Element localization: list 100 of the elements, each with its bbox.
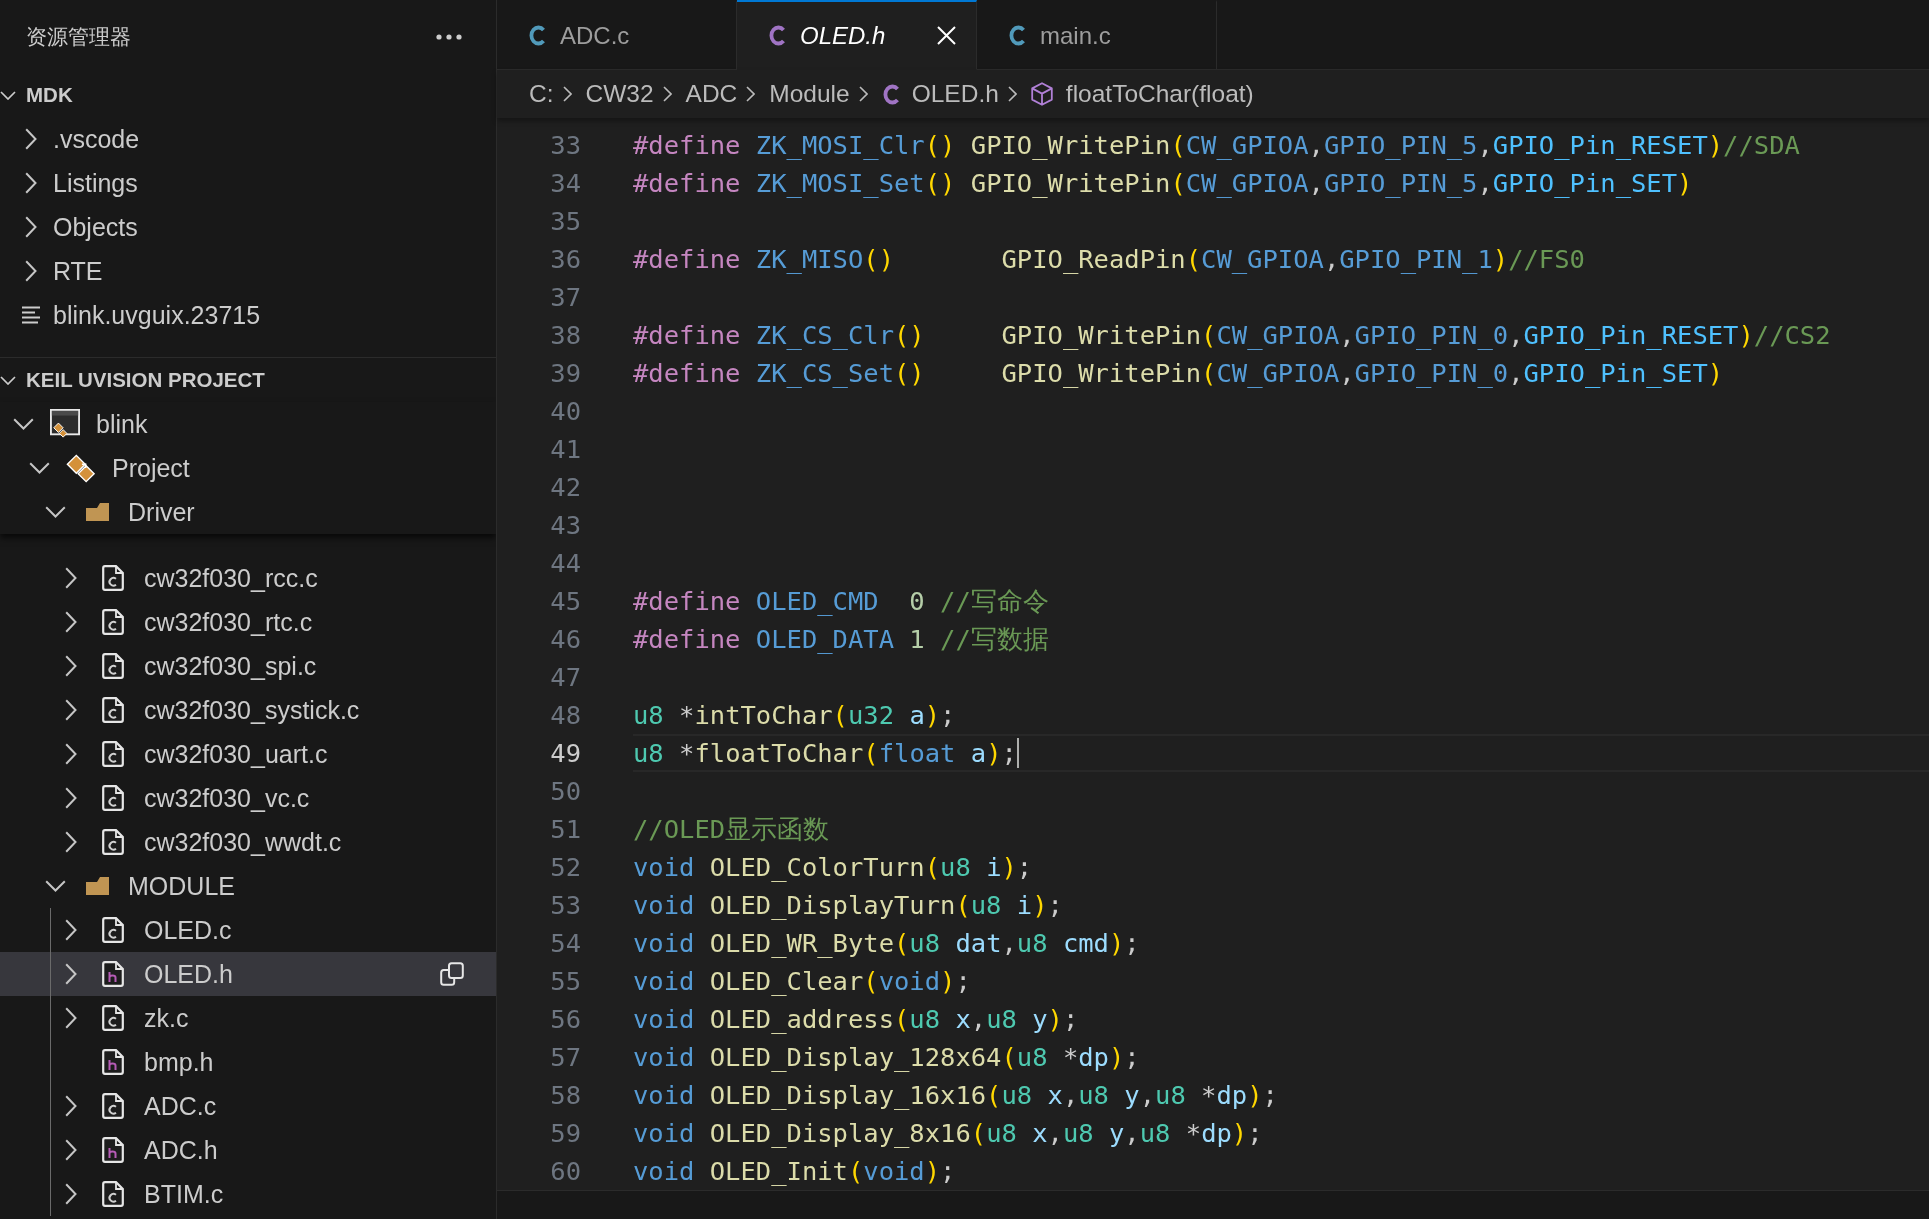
tree-item[interactable]: Driver	[0, 490, 496, 534]
chevron-right-icon[interactable]	[65, 963, 77, 985]
section-header[interactable]: KEIL UVISION PROJECT	[0, 358, 496, 402]
tree-item[interactable]: RTE	[0, 249, 496, 293]
line-number: 46	[550, 623, 581, 656]
c-file-icon	[102, 1181, 124, 1207]
tree-item[interactable]: blink	[0, 402, 496, 446]
code-line: u8 *intToChar(u32 a);	[633, 699, 956, 732]
window-icon	[50, 408, 80, 440]
chevron-down-icon[interactable]	[0, 375, 16, 385]
editor-tab[interactable]: ADC.c	[497, 0, 737, 70]
line-number: 54	[550, 927, 581, 960]
tree-item[interactable]: cw32f030_rtc.c	[0, 600, 496, 644]
tree-item[interactable]: cw32f030_spi.c	[0, 644, 496, 688]
breadcrumb-item[interactable]: ADC	[685, 80, 738, 108]
chevron-right-icon	[662, 86, 672, 102]
tree-item[interactable]: ADC.h	[0, 1128, 496, 1172]
tree-item[interactable]: Listings	[0, 161, 496, 205]
tree-item[interactable]: zk.c	[0, 996, 496, 1040]
tree-item[interactable]: cw32f030_rcc.c	[0, 556, 496, 600]
tree-item[interactable]: OLED.h	[0, 952, 496, 996]
tree-item[interactable]: MODULE	[0, 864, 496, 908]
code-line: #define ZK_CS_Set() GPIO_WritePin(CW_GPIOA,GPIO_PIN_0,GPIO_Pin_SET)	[633, 357, 1724, 390]
editor-tab[interactable]: main.c	[977, 0, 1217, 70]
h-file-icon	[102, 961, 124, 987]
tree-item[interactable]: bmp.h	[0, 1040, 496, 1084]
chevron-right-icon[interactable]	[25, 172, 37, 194]
line-number: 56	[550, 1003, 581, 1036]
close-icon	[936, 26, 956, 45]
chevron-right-icon[interactable]	[65, 831, 77, 853]
chevron-down-icon[interactable]	[44, 506, 66, 518]
tree-item[interactable]: cw32f030_vc.c	[0, 776, 496, 820]
chevron-down-icon[interactable]	[44, 880, 66, 892]
tree-item[interactable]: .vscode	[0, 117, 496, 161]
code-line: #define OLED_DATA 1 //写数据	[633, 623, 1049, 656]
chevron-down-icon[interactable]	[12, 418, 34, 430]
c-file-icon	[102, 785, 124, 811]
breadcrumb-item[interactable]: floatToChar(float)	[1030, 80, 1254, 108]
chevron-right-icon[interactable]	[65, 699, 77, 721]
editor-tab[interactable]: OLED.h	[737, 0, 977, 70]
line-number: 57	[550, 1041, 581, 1074]
breadcrumb-item[interactable]: OLED.h	[881, 80, 999, 108]
section-header[interactable]: MDK	[0, 73, 496, 117]
breadcrumb-item[interactable]: C:	[529, 80, 554, 108]
c-file-icon	[102, 741, 124, 767]
chevron-right-icon[interactable]	[65, 743, 77, 765]
chevron-right-icon[interactable]	[65, 787, 77, 809]
chevron-down-icon[interactable]	[28, 462, 50, 474]
code-line: void OLED_Display_16x16(u8 x,u8 y,u8 *dp);	[633, 1079, 1278, 1112]
tree-item[interactable]: Project	[0, 446, 496, 490]
folder-icon	[84, 876, 110, 896]
c-icon	[881, 83, 899, 105]
folder-icon	[84, 502, 110, 522]
tree-item[interactable]: cw32f030_systick.c	[0, 688, 496, 732]
c-file-icon	[102, 697, 124, 723]
chevron-right-icon[interactable]	[25, 128, 37, 150]
chevron-right-icon[interactable]	[25, 260, 37, 282]
chevron-right-icon[interactable]	[65, 1095, 77, 1117]
line-number: 60	[550, 1155, 581, 1188]
tree-item[interactable]: OLED.c	[0, 908, 496, 952]
chevron-right-icon[interactable]	[25, 216, 37, 238]
chevron-right-icon	[858, 86, 868, 102]
c-file-icon	[102, 565, 124, 591]
line-number: 37	[550, 281, 581, 314]
breadcrumb-item[interactable]: CW32	[585, 80, 654, 108]
explorer-title: 资源管理器	[26, 23, 131, 50]
chevron-right-icon[interactable]	[65, 567, 77, 589]
chevron-right-icon	[746, 86, 756, 102]
tree-item[interactable]: Objects	[0, 205, 496, 249]
tree-item[interactable]: BTIM.c	[0, 1172, 496, 1216]
chevron-right-icon	[1007, 86, 1017, 102]
line-number: 45	[550, 585, 581, 618]
breadcrumb-item[interactable]: Module	[769, 80, 850, 108]
c-file-icon	[102, 609, 124, 635]
chevron-right-icon[interactable]	[65, 611, 77, 633]
chevron-right-icon[interactable]	[65, 655, 77, 677]
tree-item[interactable]: ADC.c	[0, 1084, 496, 1128]
c-file-icon	[102, 1093, 124, 1119]
c-file-icon	[102, 917, 124, 943]
h-file-icon	[102, 1049, 124, 1075]
code-line: void OLED_DisplayTurn(u8 i);	[633, 889, 1063, 922]
code-line: void OLED_Display_8x16(u8 x,u8 y,u8 *dp);	[633, 1117, 1263, 1150]
copy-icon[interactable]	[440, 962, 464, 986]
code-line: //OLED显示函数	[633, 813, 830, 846]
line-number: 40	[550, 395, 581, 428]
chevron-right-icon[interactable]	[65, 919, 77, 941]
line-number: 38	[550, 319, 581, 352]
line-number: 43	[550, 509, 581, 542]
c-file-icon	[102, 653, 124, 679]
chevron-down-icon[interactable]	[0, 90, 16, 100]
chevron-right-icon[interactable]	[65, 1183, 77, 1205]
tree-item[interactable]: blink.uvguix.23715	[0, 293, 496, 337]
more-icon[interactable]	[436, 33, 462, 40]
chevron-right-icon[interactable]	[65, 1139, 77, 1161]
c-icon	[768, 25, 785, 46]
line-number: 52	[550, 851, 581, 884]
tree-item[interactable]: cw32f030_wwdt.c	[0, 820, 496, 864]
code-line: void OLED_Clear(void);	[633, 965, 971, 998]
tree-item[interactable]: cw32f030_uart.c	[0, 732, 496, 776]
chevron-right-icon[interactable]	[65, 1007, 77, 1029]
